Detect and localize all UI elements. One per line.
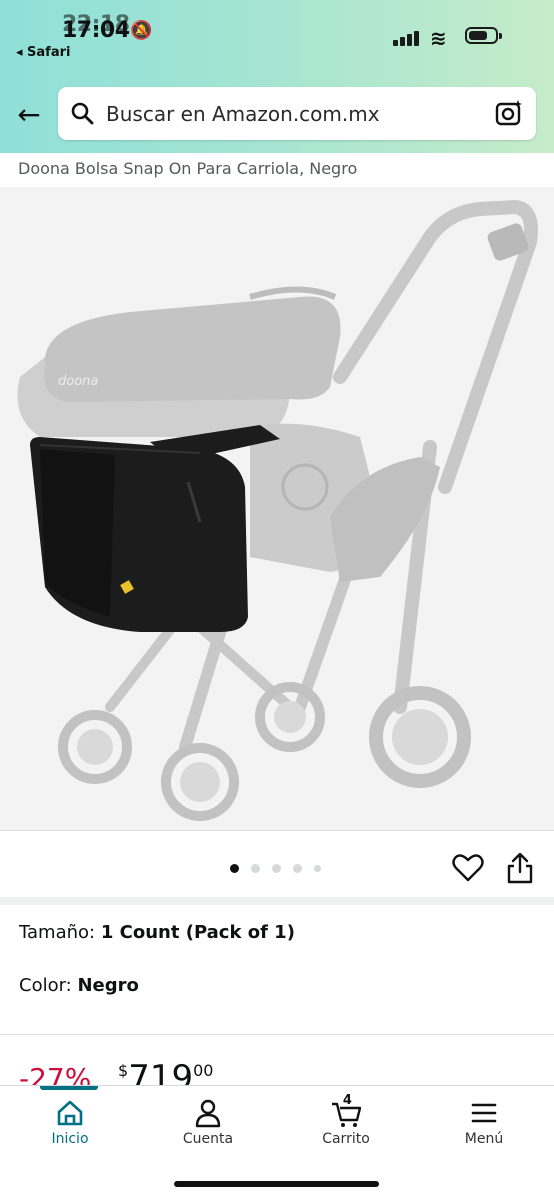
product-title: Doona Bolsa Snap On Para Carriola, Negro [18,159,358,178]
price-cents: 00 [193,1061,214,1080]
carousel-dot[interactable] [230,864,239,873]
status-time-overlay: 22:18 [62,12,130,37]
back-arrow-button[interactable]: ← [14,98,44,132]
color-label: Color: [19,975,72,996]
divider [0,830,554,831]
section-separator [0,897,554,905]
home-indicator[interactable] [174,1181,379,1187]
tab-home[interactable]: Inicio [10,1086,130,1166]
tab-account[interactable]: Cuenta [148,1086,268,1166]
search-bar[interactable]: Buscar en Amazon.com.mx [58,87,536,140]
user-icon [195,1099,221,1128]
carousel-dot[interactable] [314,865,321,872]
size-selector[interactable]: Tamaño: 1 Count (Pack of 1) [19,922,295,943]
tab-menu[interactable]: Menú [424,1086,544,1166]
price-currency: $ [118,1061,129,1080]
carousel-dot[interactable] [272,864,281,873]
cart-icon [332,1102,361,1127]
tab-home-label: Inicio [51,1131,89,1147]
size-value: 1 Count (Pack of 1) [100,922,295,943]
camera-search-icon[interactable] [494,98,524,128]
wifi-icon: ≋ [430,26,447,50]
color-value: Negro [77,975,139,996]
color-selector[interactable]: Color: Negro [19,975,139,996]
carousel-dot[interactable] [251,864,260,873]
divider [0,1034,554,1035]
search-placeholder: Buscar en Amazon.com.mx [106,102,380,126]
size-label: Tamaño: [19,922,96,943]
search-icon [71,102,94,125]
image-brand-lettering: doona [58,374,98,389]
tab-menu-label: Menú [464,1131,504,1147]
app-header: 22:18 17:04 🔕 ◂ Safari ≋ ← Buscar en Ama… [0,0,554,153]
product-image[interactable]: doona [0,187,554,830]
tab-cart-label: Carrito [322,1131,370,1147]
share-icon[interactable] [505,852,535,884]
cellular-signal-icon [393,30,423,46]
carousel-dot[interactable] [293,864,302,873]
battery-icon [465,27,502,44]
back-to-safari-link[interactable]: ◂ Safari [16,45,70,60]
status-time: 22:18 17:04 [62,12,130,43]
tab-cart[interactable]: 4 Carrito [286,1086,406,1166]
home-icon [57,1100,83,1126]
bell-slash-icon: 🔕 [130,20,153,41]
tab-account-label: Cuenta [182,1131,234,1147]
heart-icon[interactable] [452,852,484,884]
hamburger-menu-icon [471,1103,497,1123]
